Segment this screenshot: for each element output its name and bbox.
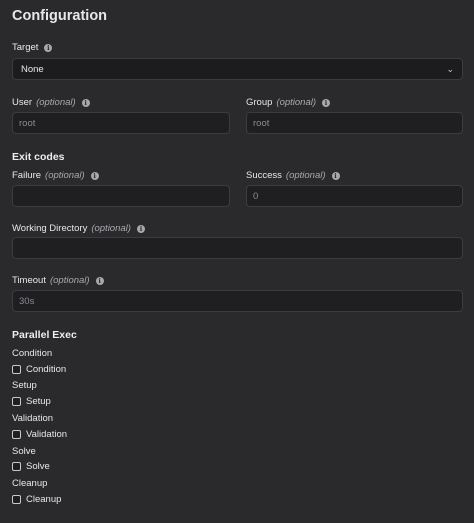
- optional-text: (optional): [91, 223, 131, 234]
- solve-checkbox-label[interactable]: Solve: [26, 461, 50, 472]
- validation-checkbox[interactable]: [12, 430, 21, 439]
- condition-group-label: Condition: [12, 348, 53, 359]
- success-input[interactable]: 0: [246, 185, 463, 207]
- info-icon[interactable]: i: [95, 276, 104, 285]
- cleanup-checkbox-row[interactable]: Cleanup: [12, 494, 61, 505]
- info-icon[interactable]: i: [90, 171, 99, 180]
- group-label: Group (optional) i: [246, 97, 331, 108]
- timeout-input-placeholder: 30s: [19, 295, 35, 307]
- info-icon[interactable]: i: [322, 98, 331, 107]
- success-input-placeholder: 0: [253, 190, 259, 202]
- page-title: Configuration: [12, 8, 108, 24]
- working-directory-label: Working Directory (optional) i: [12, 223, 145, 234]
- optional-text: (optional): [45, 170, 85, 181]
- configuration-panel: Configuration Target i None ⌄ User (opti…: [0, 0, 474, 523]
- condition-checkbox-row[interactable]: Condition: [12, 364, 66, 375]
- optional-text: (optional): [49, 275, 90, 286]
- target-label-text: Target: [12, 42, 39, 53]
- setup-checkbox-label[interactable]: Setup: [26, 396, 51, 407]
- exit-codes-heading: Exit codes: [12, 151, 65, 163]
- condition-checkbox-label[interactable]: Condition: [26, 364, 66, 375]
- user-input[interactable]: root: [12, 112, 230, 134]
- target-label: Target i: [12, 42, 53, 53]
- working-directory-label-text: Working Directory: [12, 223, 88, 234]
- group-label-text: Group: [246, 97, 273, 108]
- cleanup-checkbox-label[interactable]: Cleanup: [26, 494, 61, 505]
- validation-checkbox-row[interactable]: Validation: [12, 429, 67, 440]
- setup-checkbox-row[interactable]: Setup: [12, 396, 51, 407]
- info-icon[interactable]: i: [136, 224, 145, 233]
- setup-group-label: Setup: [12, 380, 37, 391]
- optional-text: (optional): [285, 170, 326, 181]
- solve-checkbox[interactable]: [12, 462, 21, 471]
- info-icon[interactable]: i: [331, 171, 340, 180]
- cleanup-group-label: Cleanup: [12, 478, 48, 489]
- parallel-exec-heading: Parallel Exec: [12, 329, 77, 341]
- info-icon[interactable]: i: [81, 98, 90, 107]
- solve-group-label: Solve: [12, 446, 36, 457]
- info-icon[interactable]: i: [44, 43, 53, 52]
- failure-input[interactable]: [12, 185, 230, 207]
- user-label-text: User: [12, 97, 33, 108]
- group-input-placeholder: root: [253, 117, 270, 129]
- user-input-placeholder: root: [19, 117, 36, 129]
- target-select[interactable]: None ⌄: [12, 58, 463, 80]
- validation-group-label: Validation: [12, 413, 54, 424]
- working-directory-input[interactable]: [12, 237, 463, 259]
- failure-label: Failure (optional) i: [12, 170, 99, 181]
- condition-checkbox[interactable]: [12, 365, 21, 374]
- optional-text: (optional): [36, 97, 76, 108]
- success-label-text: Success: [246, 170, 282, 181]
- optional-text: (optional): [276, 97, 317, 108]
- chevron-down-icon: ⌄: [446, 63, 454, 74]
- timeout-label: Timeout (optional) i: [12, 275, 104, 286]
- solve-checkbox-row[interactable]: Solve: [12, 461, 50, 472]
- setup-checkbox[interactable]: [12, 397, 21, 406]
- user-label: User (optional) i: [12, 97, 90, 108]
- failure-label-text: Failure: [12, 170, 42, 181]
- target-select-value: None: [21, 63, 44, 75]
- validation-checkbox-label[interactable]: Validation: [26, 429, 67, 440]
- group-input[interactable]: root: [246, 112, 463, 134]
- timeout-label-text: Timeout: [12, 275, 46, 286]
- success-label: Success (optional) i: [246, 170, 340, 181]
- timeout-input[interactable]: 30s: [12, 290, 463, 312]
- cleanup-checkbox[interactable]: [12, 495, 21, 504]
